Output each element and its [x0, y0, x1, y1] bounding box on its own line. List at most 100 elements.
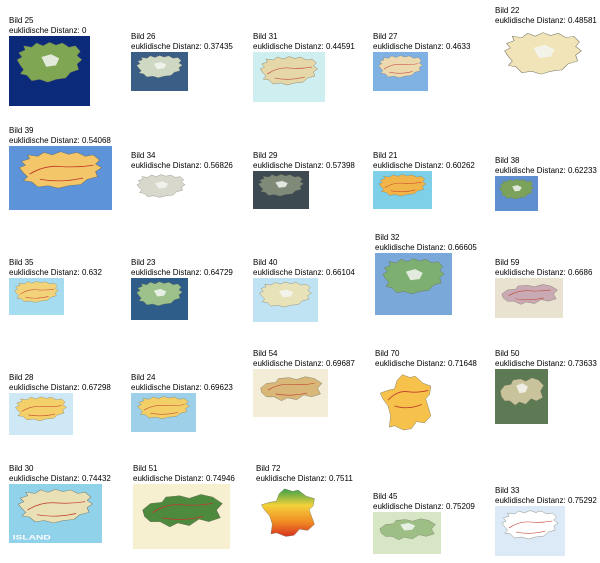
- result-thumbnail[interactable]: [373, 171, 432, 209]
- result-item[interactable]: Bild 34 euklidische Distanz: 0.56826: [131, 151, 249, 211]
- result-thumbnail[interactable]: [495, 369, 548, 424]
- map-image: [131, 171, 191, 211]
- result-thumbnail[interactable]: [9, 146, 112, 210]
- map-image: [133, 484, 230, 549]
- result-distance: euklidische Distanz: 0.75209: [373, 501, 475, 511]
- result-item[interactable]: Bild 39 euklidische Distanz: 0.54068: [9, 126, 127, 210]
- result-name: Bild 50: [495, 349, 520, 358]
- result-item[interactable]: Bild 72 euklidische Distanz: 0.7511: [256, 464, 374, 545]
- result-name: Bild 22: [495, 6, 520, 15]
- result-distance: euklidische Distanz: 0.44591: [253, 41, 355, 51]
- result-thumbnail[interactable]: [9, 36, 90, 106]
- result-name: Bild 34: [131, 151, 156, 160]
- result-distance: euklidische Distanz: 0.73633: [495, 358, 597, 368]
- result-item[interactable]: Bild 23 euklidische Distanz: 0.64729: [131, 258, 249, 320]
- result-thumbnail[interactable]: [253, 278, 318, 322]
- result-item[interactable]: Bild 40 euklidische Distanz: 0.66104: [253, 258, 371, 322]
- result-item[interactable]: Bild 59 euklidische Distanz: 0.6686: [495, 258, 600, 318]
- map-image: [495, 506, 565, 556]
- map-image: [373, 171, 432, 209]
- result-item[interactable]: Bild 25 euklidische Distanz: 0: [9, 16, 127, 106]
- map-image: ISLAND: [9, 484, 102, 543]
- result-thumbnail[interactable]: [9, 393, 73, 435]
- result-name: Bild 54: [253, 349, 278, 358]
- result-item[interactable]: Bild 29 euklidische Distanz: 0.57398: [253, 151, 371, 209]
- result-thumbnail[interactable]: [375, 253, 452, 315]
- result-thumbnail[interactable]: [131, 278, 188, 320]
- result-distance: euklidische Distanz: 0: [9, 25, 87, 35]
- result-item[interactable]: Bild 22 euklidische Distanz: 0.48581: [495, 6, 600, 99]
- map-image: [253, 369, 328, 417]
- result-item[interactable]: Bild 33 euklidische Distanz: 0.75292: [495, 486, 600, 556]
- result-item[interactable]: Bild 26 euklidische Distanz: 0.37435: [131, 32, 249, 91]
- result-name: Bild 26: [131, 32, 156, 41]
- result-item[interactable]: Bild 51 euklidische Distanz: 0.74946: [133, 464, 251, 549]
- result-thumbnail[interactable]: [495, 26, 591, 99]
- result-item[interactable]: Bild 50 euklidische Distanz: 0.73633: [495, 349, 600, 424]
- result-thumbnail[interactable]: [495, 176, 538, 211]
- result-item[interactable]: Bild 31 euklidische Distanz: 0.44591: [253, 32, 371, 102]
- result-name: Bild 51: [133, 464, 158, 473]
- result-item[interactable]: Bild 35 euklidische Distanz: 0.632: [9, 258, 127, 315]
- result-distance: euklidische Distanz: 0.62233: [495, 165, 597, 175]
- result-name: Bild 59: [495, 258, 520, 267]
- map-image: [9, 36, 90, 106]
- map-image: [131, 278, 188, 320]
- result-thumbnail[interactable]: [373, 512, 441, 554]
- result-distance: euklidische Distanz: 0.69687: [253, 358, 355, 368]
- result-thumbnail[interactable]: ISLAND: [9, 484, 102, 543]
- result-name: Bild 31: [253, 32, 278, 41]
- result-thumbnail[interactable]: [131, 393, 196, 432]
- result-name: Bild 39: [9, 126, 34, 135]
- result-distance: euklidische Distanz: 0.48581: [495, 15, 597, 25]
- results-page: { "distance_label": "euklidische Distanz…: [0, 0, 600, 563]
- result-item[interactable]: Bild 45 euklidische Distanz: 0.75209: [373, 492, 491, 554]
- result-item[interactable]: Bild 21 euklidische Distanz: 0.60262: [373, 151, 491, 209]
- map-image: [495, 26, 591, 99]
- result-name: Bild 32: [375, 233, 400, 242]
- result-item[interactable]: Bild 30 euklidische Distanz: 0.74432 ISL…: [9, 464, 127, 543]
- result-thumbnail[interactable]: [375, 369, 440, 440]
- result-distance: euklidische Distanz: 0.66605: [375, 242, 477, 252]
- result-thumbnail[interactable]: [253, 52, 325, 102]
- result-thumbnail[interactable]: [495, 278, 563, 318]
- result-item[interactable]: Bild 70 euklidische Distanz: 0.71648: [375, 349, 493, 440]
- result-name: Bild 23: [131, 258, 156, 267]
- result-item[interactable]: Bild 28 euklidische Distanz: 0.67298: [9, 373, 127, 435]
- result-thumbnail[interactable]: [256, 484, 324, 545]
- result-name: Bild 30: [9, 464, 34, 473]
- result-distance: euklidische Distanz: 0.4633: [373, 41, 471, 51]
- map-image: [495, 369, 548, 424]
- result-thumbnail[interactable]: [131, 52, 188, 91]
- map-image: [253, 52, 325, 102]
- result-thumbnail[interactable]: [9, 278, 64, 315]
- result-thumbnail[interactable]: [131, 171, 191, 211]
- result-distance: euklidische Distanz: 0.6686: [495, 267, 593, 277]
- result-distance: euklidische Distanz: 0.74946: [133, 473, 235, 483]
- result-item[interactable]: Bild 32 euklidische Distanz: 0.66605: [375, 233, 493, 315]
- map-image: [9, 393, 73, 435]
- map-image: [495, 278, 563, 318]
- result-name: Bild 38: [495, 156, 520, 165]
- result-item[interactable]: Bild 27 euklidische Distanz: 0.4633: [373, 32, 491, 91]
- result-thumbnail[interactable]: [495, 506, 565, 556]
- result-thumbnail[interactable]: [373, 52, 428, 91]
- result-distance: euklidische Distanz: 0.57398: [253, 160, 355, 170]
- result-item[interactable]: Bild 54 euklidische Distanz: 0.69687: [253, 349, 371, 417]
- map-image: [9, 278, 64, 315]
- result-thumbnail[interactable]: [253, 171, 309, 209]
- result-distance: euklidische Distanz: 0.56826: [131, 160, 233, 170]
- result-name: Bild 25: [9, 16, 34, 25]
- map-image: [495, 176, 538, 211]
- map-image: [253, 171, 309, 209]
- result-distance: euklidische Distanz: 0.66104: [253, 267, 355, 277]
- result-distance: euklidische Distanz: 0.54068: [9, 135, 111, 145]
- result-name: Bild 29: [253, 151, 278, 160]
- result-item[interactable]: Bild 38 euklidische Distanz: 0.62233: [495, 156, 600, 211]
- result-thumbnail[interactable]: [253, 369, 328, 417]
- map-image: [373, 52, 428, 91]
- result-item[interactable]: Bild 24 euklidische Distanz: 0.69623: [131, 373, 249, 432]
- result-thumbnail[interactable]: [133, 484, 230, 549]
- result-distance: euklidische Distanz: 0.67298: [9, 382, 111, 392]
- result-distance: euklidische Distanz: 0.7511: [256, 473, 353, 483]
